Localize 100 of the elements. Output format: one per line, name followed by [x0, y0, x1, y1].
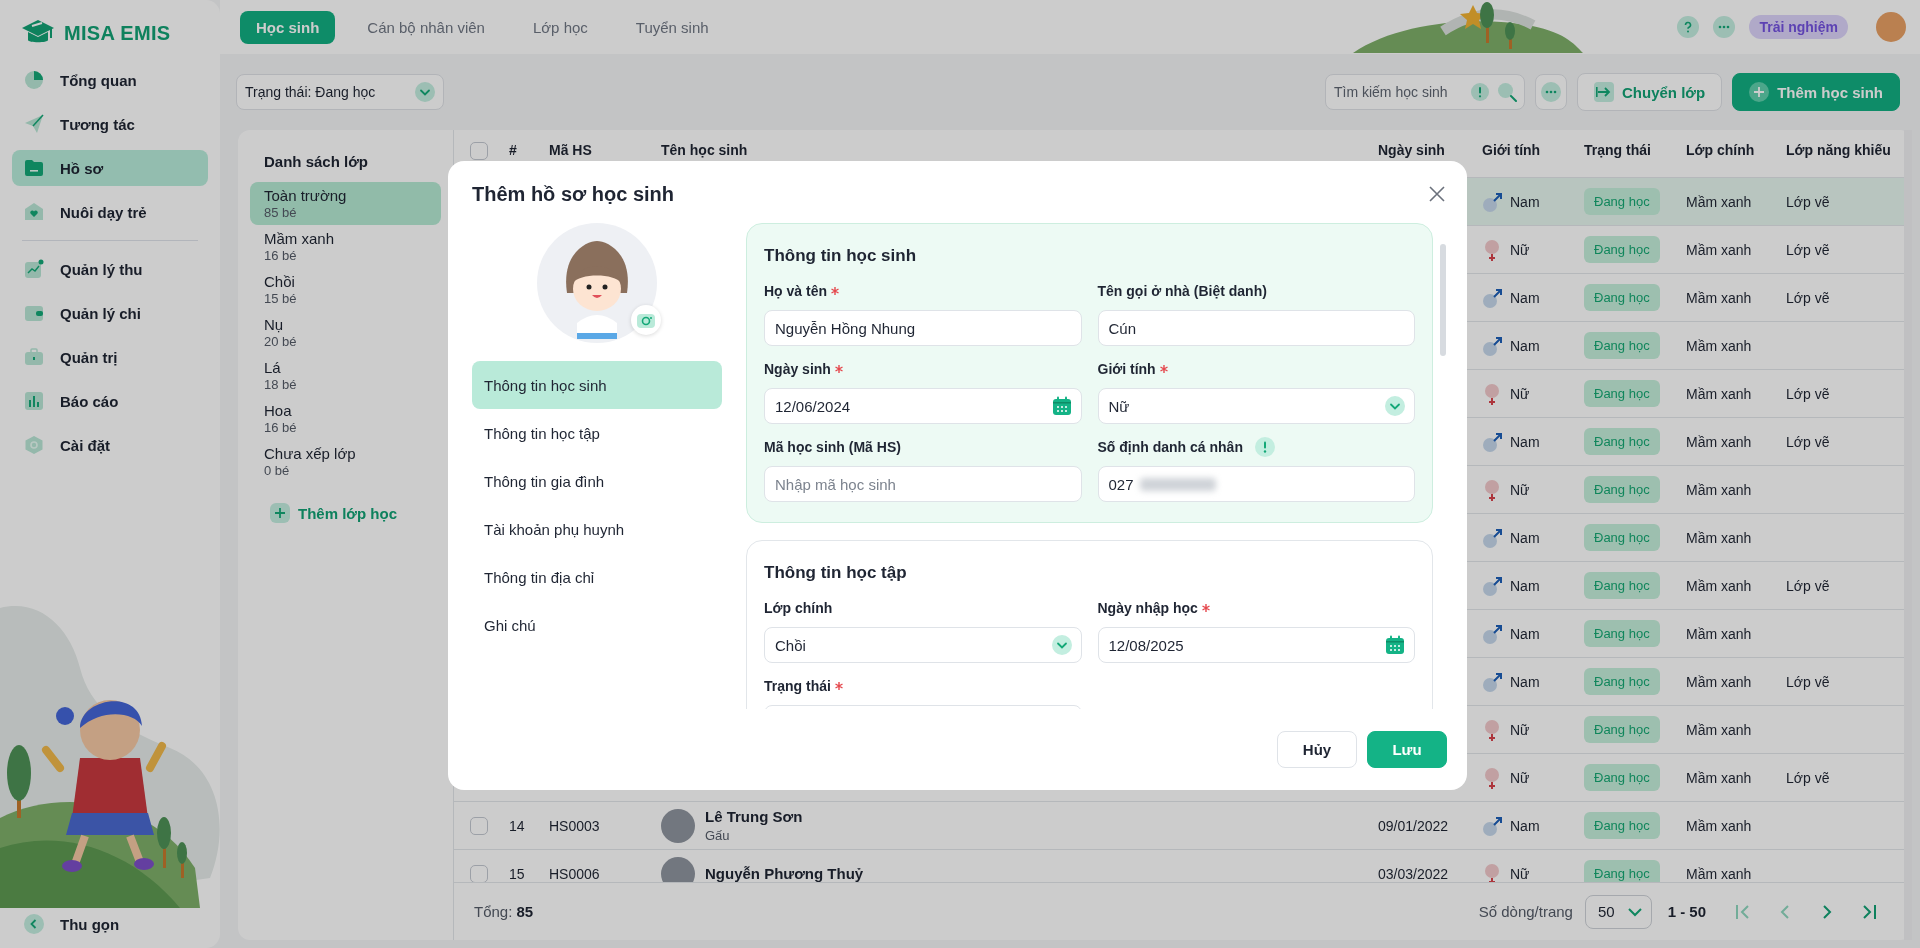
table-cell: Mầm xanh — [1686, 769, 1752, 786]
page-range: 1 - 50 — [1667, 903, 1706, 920]
table-cell: Lớp vẽ — [1786, 577, 1830, 594]
table-cell: HS0003 — [549, 817, 600, 834]
class-count: 16 bé — [264, 248, 298, 263]
field-label: Ngày nhập học — [1097, 600, 1198, 616]
status-tag: Đang học — [1584, 332, 1660, 359]
column-header: Ngày sinh — [1378, 142, 1446, 158]
table-cell: Mầm xanh — [1686, 433, 1752, 450]
table-cell: Nam — [1510, 529, 1540, 546]
field-label: Trạng thái — [764, 678, 831, 694]
class-name: Nụ — [264, 316, 285, 333]
dialog-title: Thêm hồ sơ học sinh — [472, 182, 674, 206]
column-header: Trạng thái — [1584, 142, 1652, 158]
table-cell: 09/01/2022 — [1378, 817, 1449, 834]
field-label: Số định danh cá nhân — [1097, 439, 1243, 455]
column-header: Tên học sinh — [661, 142, 749, 158]
table-cell: Nam — [1510, 193, 1540, 210]
table-cell: HS0006 — [549, 865, 600, 882]
table-cell: Lớp vẽ — [1786, 673, 1830, 690]
field-label: Tên gọi ở nhà (Biệt danh) — [1097, 283, 1267, 299]
class-list-title: Danh sách lớp — [263, 151, 370, 172]
brand-name: MISA EMIS — [64, 21, 171, 45]
table-cell: Mầm xanh — [1686, 817, 1752, 834]
class-count: 20 bé — [264, 334, 298, 349]
table-cell: Nam — [1510, 625, 1540, 642]
class-name: Chưa xếp lớp — [264, 445, 357, 462]
section-title: Thông tin học tập — [764, 563, 908, 583]
table-cell: Mầm xanh — [1686, 193, 1752, 210]
table-cell: Lớp vẽ — [1786, 385, 1830, 402]
status-tag: Đang học — [1584, 428, 1660, 455]
status-tag: Đang học — [1584, 476, 1660, 503]
status-tag: Đang học — [1584, 572, 1660, 599]
table-cell: 14 — [509, 817, 525, 834]
status-tag: Đang học — [1584, 236, 1660, 263]
table-cell: Mầm xanh — [1686, 529, 1752, 546]
section-title: Thông tin học sinh — [764, 246, 918, 266]
status-tag: Đang học — [1584, 668, 1660, 695]
field-label: Mã học sinh (Mã HS) — [764, 439, 901, 455]
status-tag: Đang học — [1584, 860, 1660, 882]
table-cell: Lớp vẽ — [1786, 769, 1830, 786]
table-cell: Nữ — [1510, 721, 1530, 738]
status-tag: Đang học — [1584, 284, 1660, 311]
table-cell: Nam — [1510, 673, 1540, 690]
table-cell: Lớp vẽ — [1786, 289, 1830, 306]
column-header: # — [509, 142, 518, 158]
table-cell: Mầm xanh — [1686, 865, 1752, 882]
table-cell: Nam — [1510, 577, 1540, 594]
status-tag: Đang học — [1584, 716, 1660, 743]
table-cell: Lớp vẽ — [1786, 433, 1830, 450]
table-cell: Mầm xanh — [1686, 241, 1752, 258]
student-nickname: Gấu — [705, 828, 731, 843]
class-name: Mầm xanh — [264, 230, 336, 247]
table-cell: Mầm xanh — [1686, 385, 1752, 402]
column-header: Mã HS — [549, 142, 593, 158]
column-header: Lớp năng khiếu — [1786, 142, 1892, 158]
table-cell: Mầm xanh — [1686, 577, 1752, 594]
status-tag: Đang học — [1584, 524, 1660, 551]
field-label: Họ và tên — [764, 283, 827, 299]
student-name: Nguyễn Phương Thuỷ — [705, 865, 864, 882]
column-header: Lớp chính — [1686, 142, 1756, 158]
table-cell: Nữ — [1510, 769, 1530, 786]
table-cell: 03/03/2022 — [1378, 865, 1449, 882]
field-label: Lớp chính — [764, 600, 833, 616]
class-count: 0 bé — [264, 463, 291, 478]
table-cell: Nam — [1510, 289, 1540, 306]
table-cell: Nữ — [1510, 385, 1530, 402]
class-count: 85 bé — [264, 205, 298, 220]
table-cell: Mầm xanh — [1686, 289, 1752, 306]
table-cell: Lớp vẽ — [1786, 193, 1830, 210]
table-cell: Lớp vẽ — [1786, 241, 1830, 258]
class-name: Toàn trường — [264, 187, 348, 204]
table-cell: Mầm xanh — [1686, 721, 1752, 738]
table-cell: Nam — [1510, 337, 1540, 354]
status-tag: Đang học — [1584, 620, 1660, 647]
status-tag: Đang học — [1584, 380, 1660, 407]
column-header: Giới tính — [1482, 142, 1542, 158]
rows-per-page-label: Số dòng/trang — [1478, 903, 1573, 920]
class-count: 18 bé — [264, 377, 298, 392]
table-cell: Mầm xanh — [1686, 337, 1752, 354]
class-name: Chồi — [264, 273, 296, 290]
table-cell: Mầm xanh — [1686, 481, 1752, 498]
table-cell: Nữ — [1510, 241, 1530, 258]
student-name: Lê Trung Sơn — [705, 808, 803, 825]
class-name: Hoa — [264, 402, 293, 419]
table-cell: Nam — [1510, 433, 1540, 450]
table-cell: Mầm xanh — [1686, 625, 1752, 642]
field-label: Giới tính — [1097, 361, 1156, 377]
table-cell: Nữ — [1510, 865, 1530, 882]
status-tag: Đang học — [1584, 188, 1660, 215]
table-cell: Nữ — [1510, 481, 1530, 498]
class-count: 15 bé — [264, 291, 298, 306]
total-count: Tổng: 85 — [474, 903, 534, 920]
table-cell: 15 — [509, 865, 525, 882]
table-cell: Nam — [1510, 817, 1540, 834]
table-cell: Mầm xanh — [1686, 673, 1752, 690]
status-tag: Đang học — [1584, 812, 1660, 839]
class-name: Lá — [264, 359, 282, 376]
status-tag: Đang học — [1584, 764, 1660, 791]
field-label: Ngày sinh — [764, 361, 831, 377]
